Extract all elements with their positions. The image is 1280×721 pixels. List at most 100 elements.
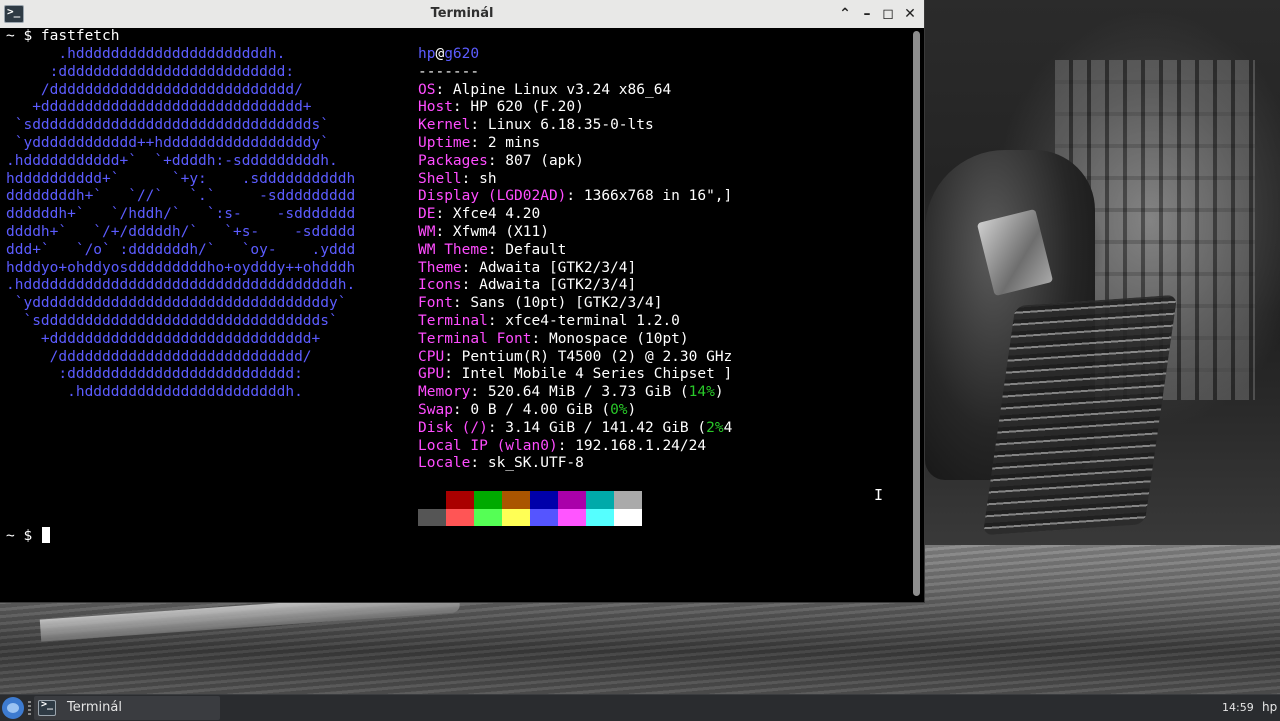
palette-normal-row [418,491,642,509]
info-value: : 2 mins [470,134,541,151]
palette-swatch-bright [614,508,642,526]
system-info: hp@g620 ------- OS: Alpine Linux v3.24 x… [418,46,732,473]
info-value: : Sans (10pt) [GTK2/3/4] [452,295,663,312]
info-key: CPU [418,348,445,365]
palette-swatch-normal [418,491,446,509]
info-key: Memory [418,384,471,401]
info-key: OS [418,81,436,98]
info-key: GPU [418,366,445,383]
info-row: Memory: 520.64 MiB / 3.73 GiB (14%) [418,384,732,402]
info-value: : sh [461,170,497,187]
info-row: Packages: 807 (apk) [418,153,732,171]
palette-swatch-bright [530,508,558,526]
palette-swatch-bright [502,508,530,526]
clock[interactable]: 14:59 [1222,701,1254,714]
info-row: WM: Xfwm4 (X11) [418,224,732,242]
info-key: Kernel [418,117,471,134]
info-value: : Monospace (10pt) [531,330,689,347]
palette-swatch-normal [474,491,502,509]
info-row: OS: Alpine Linux v3.24 x86_64 [418,82,732,100]
vertical-scrollbar[interactable] [910,28,924,602]
command-prompt: ~ $ [6,28,41,44]
info-row: Local IP (wlan0): 192.168.1.24/24 [418,438,732,456]
maximize-button[interactable]: ◻ [879,5,897,23]
palette-swatch-normal [558,491,586,509]
chevron-up-icon[interactable]: ⌃ [836,5,854,23]
info-row: Uptime: 2 mins [418,135,732,153]
info-row: Terminal Font: Monospace (10pt) [418,331,732,349]
info-row: Theme: Adwaita [GTK2/3/4] [418,260,732,278]
info-value: : Xfce4 4.20 [435,206,541,223]
info-key: Terminal Font [418,330,532,347]
active-prompt[interactable]: ~ $ [6,527,50,546]
command-text: fastfetch [40,28,120,44]
taskbar-item-label: Terminál [67,700,122,715]
info-row: Kernel: Linux 6.18.35-0-lts [418,117,732,135]
palette-swatch-bright [474,508,502,526]
window-title: Terminál [430,6,494,21]
info-value: : Intel Mobile 4 Series Chipset ] [444,366,733,383]
info-value: : 520.64 MiB / 3.73 GiB ( [470,384,689,401]
info-user: hp [418,46,436,62]
info-key: Shell [418,170,462,187]
user-host-line: hp@g620 [418,46,732,64]
info-key: Theme [418,259,462,276]
info-value: : Linux 6.18.35-0-lts [470,117,654,134]
window-titlebar[interactable]: >_ Terminál ⌃ – ◻ ✕ [0,0,924,29]
info-value: : Default [487,241,567,258]
info-value: : xfce4-terminal 1.2.0 [487,312,680,329]
close-button[interactable]: ✕ [901,5,919,23]
info-key: WM [418,223,436,240]
info-value: : 192.168.1.24/24 [557,437,707,454]
palette-swatch-normal [586,491,614,509]
info-key: Display (LGD02AD) [418,188,567,205]
ibeam-cursor-icon: I [874,486,884,504]
info-value: : Adwaita [GTK2/3/4] [461,277,637,294]
info-tail: 4 [723,419,733,436]
terminal-task-icon: >_ [38,699,56,716]
info-key: Locale [418,455,471,472]
palette-swatch-normal [502,491,530,509]
info-key: Terminal [418,312,488,329]
minimize-button[interactable]: – [858,5,876,23]
scrollbar-thumb[interactable] [913,31,920,596]
info-at: @ [435,46,445,62]
panel-separator [28,701,31,715]
terminal-window[interactable]: >_ Terminál ⌃ – ◻ ✕ ~ $ fastfetch .hdddd… [0,0,924,602]
user-menu[interactable]: hp [1262,700,1277,714]
palette-swatch-normal [614,491,642,509]
palette-swatch-bright [446,508,474,526]
info-key: Uptime [418,134,471,151]
palette-swatch-bright [586,508,614,526]
info-key: Host [418,99,453,116]
whisker-menu-icon[interactable] [2,697,24,719]
taskbar-item-terminal[interactable]: >_ Terminál [34,696,220,720]
info-row: Font: Sans (10pt) [GTK2/3/4] [418,295,732,313]
palette-swatch-bright [558,508,586,526]
info-key: WM Theme [418,241,488,258]
info-row: Icons: Adwaita [GTK2/3/4] [418,277,732,295]
info-row: Host: HP 620 (F.20) [418,99,732,117]
info-value: : 807 (apk) [487,152,584,169]
info-tail: ) [714,384,724,401]
info-host: g620 [444,46,480,62]
palette-bright-row [418,508,642,526]
alpine-ascii-logo: .hddddddddddddddddddddddh. :dddddddddddd… [6,46,356,401]
info-value: : 1366x768 in 16",] [566,188,733,205]
palette-swatch-normal [446,491,474,509]
info-value: : HP 620 (F.20) [452,99,584,116]
color-palette [418,491,642,526]
info-key: Disk (/) [418,419,488,436]
wallpaper-neck-guard [982,294,1178,536]
info-row: WM Theme: Default [418,242,732,260]
info-key: DE [418,206,436,223]
info-row: Locale: sk_SK.UTF-8 [418,455,732,473]
prompt-text: ~ $ [6,528,41,544]
info-key: Icons [418,277,462,294]
info-separator: ------- [418,63,480,80]
info-row: Swap: 0 B / 4.00 GiB (0%) [418,402,732,420]
info-rows: OS: Alpine Linux v3.24 x86_64 Host: HP 62… [418,82,732,474]
palette-swatch-bright [418,508,446,526]
terminal-output[interactable]: ~ $ fastfetch .hddddddddddddddddddddddh.… [0,28,910,602]
command-line: ~ $ fastfetch [6,28,120,46]
